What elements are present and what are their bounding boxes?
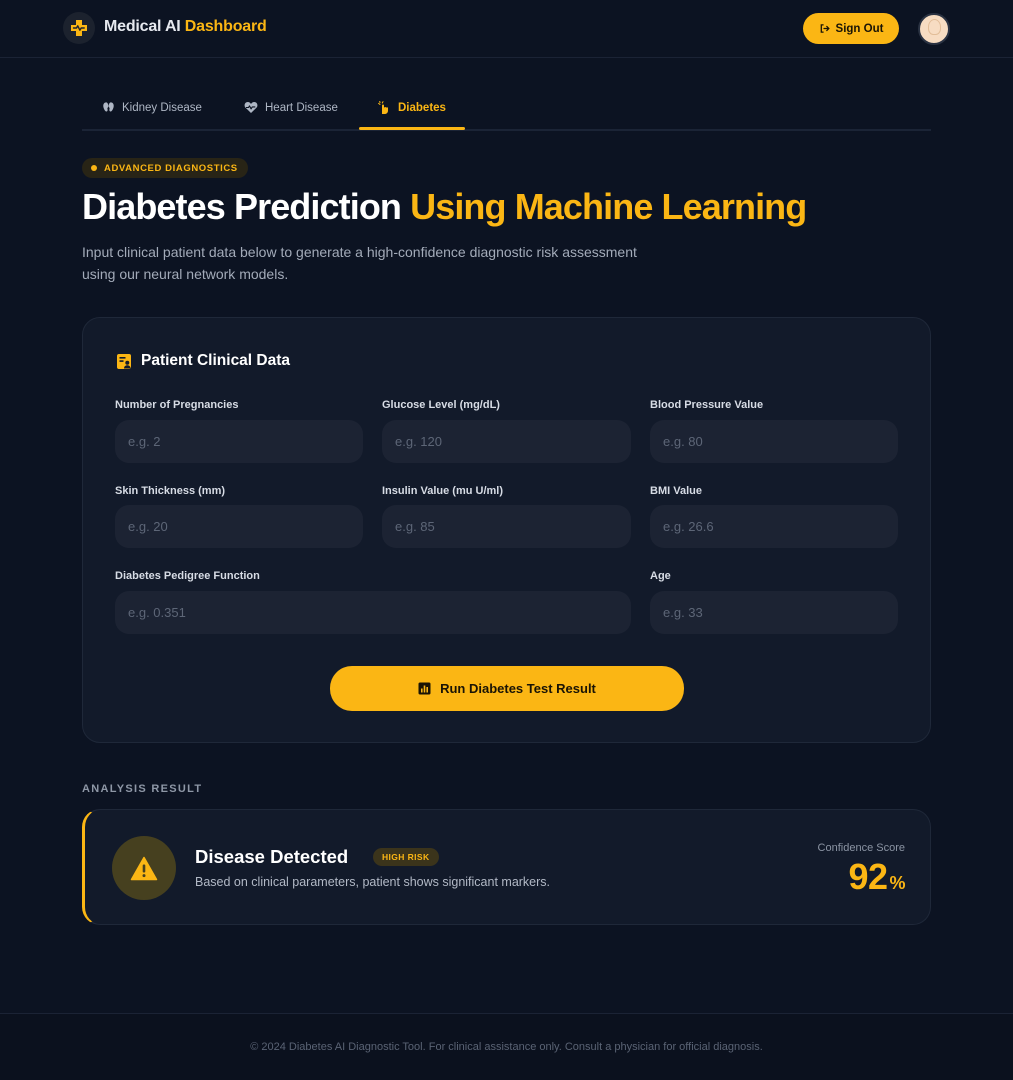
page-subtitle: Input clinical patient data below to gen… xyxy=(82,244,637,282)
sign-out-button[interactable]: Sign Out xyxy=(803,13,899,44)
advanced-diagnostics-badge: ADVANCED DIAGNOSTICS xyxy=(82,158,248,178)
blood-pressure-input[interactable] xyxy=(650,420,898,463)
tab-label: Heart Disease xyxy=(265,101,338,114)
brand-title[interactable]: Medical AI Dashboard xyxy=(104,18,267,36)
age-input[interactable] xyxy=(650,591,898,634)
bmi-label: BMI Value xyxy=(650,485,702,497)
disease-tabs: Kidney Disease Heart Disease Diabetes xyxy=(82,86,931,131)
clipboard-user-icon xyxy=(117,353,131,369)
card-title-text: Patient Clinical Data xyxy=(141,352,291,369)
insulin-label: Insulin Value (mu U/ml) xyxy=(382,485,504,497)
medical-cross-icon xyxy=(63,12,95,44)
card-title: Patient Clinical Data xyxy=(116,352,290,370)
result-description: Based on clinical parameters, patient sh… xyxy=(195,875,551,889)
title-main: Diabetes Prediction xyxy=(82,186,402,227)
glucose-label: Glucose Level (mg/dL) xyxy=(382,399,500,411)
tab-heart-disease[interactable]: Heart Disease xyxy=(224,86,358,129)
user-avatar[interactable] xyxy=(918,13,950,45)
footer-text: © 2024 Diabetes AI Diagnostic Tool. For … xyxy=(250,1041,763,1053)
blood-pressure-label: Blood Pressure Value xyxy=(650,399,764,411)
risk-badge: HIGH RISK xyxy=(373,848,439,866)
confidence-unit: % xyxy=(889,873,905,893)
pedigree-label: Diabetes Pedigree Function xyxy=(115,570,260,582)
sign-out-label: Sign Out xyxy=(835,22,884,35)
brand-main: Medical AI xyxy=(104,18,181,35)
age-label: Age xyxy=(650,570,671,582)
confidence-number: 92 xyxy=(848,856,888,897)
run-test-button[interactable]: Run Diabetes Test Result xyxy=(330,666,684,711)
tab-label: Kidney Disease xyxy=(122,101,202,114)
active-tab-indicator xyxy=(359,127,465,130)
skin-thickness-label: Skin Thickness (mm) xyxy=(115,485,226,497)
pregnancies-label: Number of Pregnancies xyxy=(115,399,239,411)
logout-icon xyxy=(820,24,830,33)
insulin-input[interactable] xyxy=(382,505,631,548)
top-navbar: Medical AI Dashboard Sign Out xyxy=(0,0,1013,58)
brand-accent: Dashboard xyxy=(184,18,267,35)
hand-pointer-icon xyxy=(378,100,388,114)
confidence-label: Confidence Score xyxy=(817,842,905,854)
patient-data-card: Patient Clinical Data Number of Pregnanc… xyxy=(82,317,931,743)
heart-pulse-icon xyxy=(244,102,258,113)
warning-icon xyxy=(112,836,176,900)
bar-chart-icon xyxy=(418,682,431,695)
result-card: Disease Detected HIGH RISK Based on clin… xyxy=(82,809,931,925)
run-test-label: Run Diabetes Test Result xyxy=(440,681,596,696)
glucose-input[interactable] xyxy=(382,420,631,463)
title-accent: Using Machine Learning xyxy=(410,186,807,227)
result-title: Disease Detected xyxy=(195,846,349,867)
pregnancies-input[interactable] xyxy=(115,420,363,463)
confidence-score: 92 % xyxy=(848,856,905,898)
badge-label: ADVANCED DIAGNOSTICS xyxy=(104,162,238,174)
tab-kidney-disease[interactable]: Kidney Disease xyxy=(82,86,222,129)
kidney-icon xyxy=(103,102,114,112)
analysis-result-heading: ANALYSIS RESULT xyxy=(82,783,203,795)
pedigree-input[interactable] xyxy=(115,591,631,634)
footer: © 2024 Diabetes AI Diagnostic Tool. For … xyxy=(0,1013,1013,1080)
bmi-input[interactable] xyxy=(650,505,898,548)
page-title: Diabetes Prediction Using Machine Learni… xyxy=(82,186,962,228)
skin-thickness-input[interactable] xyxy=(115,505,363,548)
tab-label: Diabetes xyxy=(398,101,446,114)
tab-diabetes[interactable]: Diabetes xyxy=(357,86,466,129)
badge-dot xyxy=(91,165,97,171)
